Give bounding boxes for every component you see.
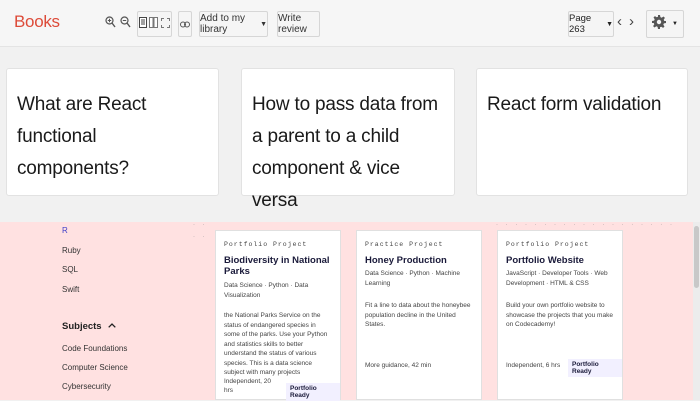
project-type: Portfolio Project xyxy=(506,241,590,248)
filter-subject-item[interactable]: Computer Science xyxy=(62,363,128,372)
question-title: What are React functional components? xyxy=(17,94,147,179)
filter-subject-item[interactable]: Code Foundations xyxy=(62,344,127,353)
portfolio-ready-badge: Portfolio Ready xyxy=(286,383,340,401)
write-review-button[interactable]: Write review xyxy=(277,11,320,37)
project-topics: Data Science · Python · Machine Learning xyxy=(365,270,461,287)
next-page-icon[interactable]: › xyxy=(629,13,634,30)
chevron-down-icon: ▼ xyxy=(672,21,678,27)
settings-button[interactable]: ▼ xyxy=(646,10,684,38)
link-button[interactable] xyxy=(178,11,192,37)
chevron-up-icon xyxy=(108,320,117,331)
scrollbar-thumb[interactable] xyxy=(694,226,699,288)
books-toolbar: Books Add to my library ▼ Write review P… xyxy=(0,0,700,47)
chevron-down-icon: ▼ xyxy=(606,20,613,28)
question-title: React form validation xyxy=(487,94,662,115)
chevron-down-icon: ▼ xyxy=(260,20,267,28)
dotted-divider: · · xyxy=(193,222,208,228)
project-name: Biodiversity in National Parks xyxy=(224,255,330,277)
add-to-library-button[interactable]: Add to my library ▼ xyxy=(199,11,268,37)
zoom-controls xyxy=(105,11,131,37)
zoom-out-icon[interactable] xyxy=(120,15,131,33)
project-meta: Independent, 20 hrs xyxy=(224,378,271,394)
view-mode-group xyxy=(137,11,172,37)
project-type: Practice Project xyxy=(365,241,444,248)
project-meta: Independent, 6 hrs xyxy=(506,362,561,369)
filter-language-item[interactable]: Swift xyxy=(62,285,79,294)
project-meta: More guidance, 42 min xyxy=(365,362,432,369)
filter-language-item[interactable]: R xyxy=(62,226,68,235)
single-page-view-icon[interactable] xyxy=(139,15,148,33)
project-description: the National Parks Service on the status… xyxy=(224,312,328,376)
project-name: Portfolio Website xyxy=(506,255,584,266)
question-card[interactable]: What are React functional components? xyxy=(6,68,219,196)
portfolio-ready-badge: Portfolio Ready xyxy=(568,359,622,377)
project-card[interactable]: Portfolio Project Portfolio Website Java… xyxy=(497,230,623,400)
filter-language-item[interactable]: Ruby xyxy=(62,246,81,255)
filter-subject-item[interactable]: Cybersecurity xyxy=(62,382,111,391)
zoom-in-icon[interactable] xyxy=(105,15,116,33)
filter-language-item[interactable]: SQL xyxy=(62,265,78,274)
project-topics: Data Science · Python · Data Visualizati… xyxy=(224,282,309,299)
project-card[interactable]: Portfolio Project Biodiversity in Nation… xyxy=(215,230,341,401)
dotted-divider: · · · · · · · · · · · · · · · · · · · xyxy=(496,222,675,228)
fullscreen-icon[interactable] xyxy=(160,15,170,33)
project-type: Portfolio Project xyxy=(224,241,308,248)
project-name: Honey Production xyxy=(365,255,447,266)
gear-icon xyxy=(652,14,667,34)
page-selector[interactable]: Page 263 ▼ xyxy=(568,11,614,37)
question-card[interactable]: How to pass data from a parent to a chil… xyxy=(241,68,455,211)
prev-page-icon[interactable]: ‹ xyxy=(617,13,622,30)
project-description: Fit a line to data about the honeybee po… xyxy=(365,302,471,328)
dotted-divider: · · xyxy=(193,234,208,240)
page-label: Page 263 xyxy=(569,13,592,35)
question-card[interactable]: React form validation xyxy=(476,68,688,196)
subjects-heading[interactable]: Subjects xyxy=(62,320,117,332)
subjects-heading-label: Subjects xyxy=(62,321,102,332)
write-review-label: Write review xyxy=(278,13,307,35)
question-title: How to pass data from a parent to a chil… xyxy=(252,94,438,211)
project-topics: JavaScript · Developer Tools · Web Devel… xyxy=(506,270,608,287)
link-icon xyxy=(180,21,190,28)
brand-logo[interactable]: Books xyxy=(14,12,60,32)
project-description: Build your own portfolio website to show… xyxy=(506,302,613,328)
project-card[interactable]: Practice Project Honey Production Data S… xyxy=(356,230,482,400)
two-page-view-icon[interactable] xyxy=(149,15,159,33)
add-to-library-label: Add to my library xyxy=(200,13,246,35)
